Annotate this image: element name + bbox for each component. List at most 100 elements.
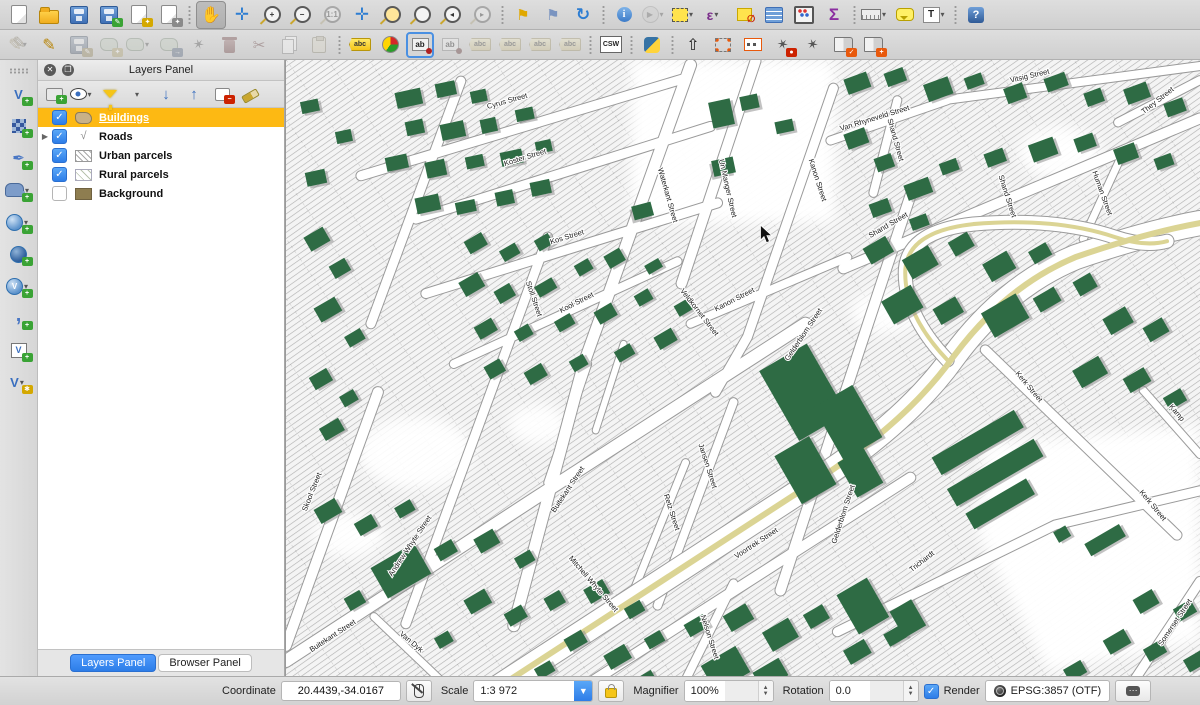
- north-arrow-button[interactable]: ⇧: [679, 32, 707, 58]
- add-wms-layer-button[interactable]: +▾: [5, 209, 33, 235]
- statistical-summary-button[interactable]: Σ: [820, 2, 848, 28]
- composer-manager-button[interactable]: ✦: [155, 2, 183, 28]
- chevron-down-icon[interactable]: ▾: [714, 10, 721, 19]
- add-feature-button[interactable]: ✦: [95, 32, 123, 58]
- add-delimited-text-layer-button[interactable]: ,+: [5, 305, 33, 331]
- rotation-spinbox[interactable]: 0.0 ▲▼: [829, 680, 919, 702]
- dock-tab-browser-panel[interactable]: Browser Panel: [158, 654, 252, 672]
- highlight-pinned-labels-button[interactable]: ab: [436, 32, 464, 58]
- select-features-button[interactable]: ▾: [670, 2, 698, 28]
- select-by-expression-button[interactable]: ε▾: [700, 2, 728, 28]
- collapse-all-button[interactable]: ↑: [181, 83, 207, 105]
- rotate-label-button[interactable]: abc: [526, 32, 554, 58]
- chevron-down-icon[interactable]: ▾: [88, 90, 95, 99]
- toggle-extents-mouse-button[interactable]: [406, 680, 432, 702]
- chevron-down-icon[interactable]: ▾: [689, 10, 696, 19]
- measure-button[interactable]: ▾: [861, 2, 889, 28]
- style-wand-button[interactable]: ✶: [799, 32, 827, 58]
- manage-layer-visibility-button[interactable]: ▾: [69, 83, 95, 105]
- crs-status-button[interactable]: EPSG:3857 (OTF): [985, 680, 1110, 702]
- zoom-to-selection-button[interactable]: [378, 2, 406, 28]
- metasearch-csw-button[interactable]: CSW: [597, 32, 625, 58]
- chevron-down-icon[interactable]: ▾: [882, 10, 889, 19]
- field-calculator-button[interactable]: [790, 2, 818, 28]
- help-button[interactable]: ?: [962, 2, 990, 28]
- layer-visibility-checkbox[interactable]: ✓: [52, 148, 67, 163]
- layer-visibility-checkbox[interactable]: ✓: [52, 110, 67, 125]
- paste-features-button[interactable]: [305, 32, 333, 58]
- add-postgis-layer-button[interactable]: +▾: [5, 177, 33, 203]
- move-label-button[interactable]: abc: [496, 32, 524, 58]
- stepper-icon[interactable]: ▲▼: [758, 681, 773, 701]
- identify-features-button[interactable]: i: [610, 2, 638, 28]
- coordinate-input[interactable]: 20.4439,-34.0167: [281, 681, 401, 701]
- render-checkbox[interactable]: ✓: [924, 684, 939, 699]
- style-wand-fill-button[interactable]: ✶●: [769, 32, 797, 58]
- refresh-map-button[interactable]: ↻: [569, 2, 597, 28]
- open-attribute-table-button[interactable]: [760, 2, 788, 28]
- new-shapefile-layer-button[interactable]: V+: [5, 337, 33, 363]
- zoom-in-button[interactable]: +: [258, 2, 286, 28]
- add-raster-layer-button[interactable]: +: [5, 113, 33, 139]
- style-manager-add-button[interactable]: +: [859, 32, 887, 58]
- remove-layer-button[interactable]: −: [209, 83, 235, 105]
- chevron-down-icon[interactable]: ▼: [574, 681, 592, 701]
- layer-row-background[interactable]: Background: [38, 184, 284, 203]
- clear-legend-button[interactable]: [237, 83, 263, 105]
- pan-to-selection-button[interactable]: ✛: [228, 2, 256, 28]
- change-label-button[interactable]: abc: [556, 32, 584, 58]
- save-project-button[interactable]: [65, 2, 93, 28]
- zoom-to-layer-button[interactable]: [408, 2, 436, 28]
- chevron-down-icon[interactable]: ▾: [660, 10, 667, 19]
- add-wcs-layer-button[interactable]: +: [5, 241, 33, 267]
- pin-unpin-labels-button[interactable]: ab: [406, 32, 434, 58]
- open-project-button[interactable]: [35, 2, 63, 28]
- new-bookmark-button[interactable]: ⚑: [509, 2, 537, 28]
- current-edits-button[interactable]: ✎▾: [5, 32, 33, 58]
- expand-triangle-icon[interactable]: ▶: [38, 132, 52, 141]
- chevron-down-icon[interactable]: ▾: [145, 40, 152, 49]
- messages-button[interactable]: [1115, 680, 1151, 702]
- layer-row-roads[interactable]: ▶✓√Roads: [38, 127, 284, 146]
- show-bookmarks-button[interactable]: ⚑: [539, 2, 567, 28]
- chevron-down-icon[interactable]: ▾: [135, 90, 142, 99]
- zoom-full-button[interactable]: ✛: [348, 2, 376, 28]
- deselect-features-button[interactable]: [730, 2, 758, 28]
- extent-rectangle-button[interactable]: [709, 32, 737, 58]
- save-project-as-button[interactable]: ✎: [95, 2, 123, 28]
- pan-map-button[interactable]: ✋: [196, 1, 226, 29]
- layer-labeling-options-button[interactable]: abc: [346, 32, 374, 58]
- delete-selected-button[interactable]: [215, 32, 243, 58]
- node-tool-button[interactable]: ✶: [185, 32, 213, 58]
- layer-row-urban-parcels[interactable]: ✓Urban parcels: [38, 146, 284, 165]
- zoom-out-button[interactable]: −: [288, 2, 316, 28]
- style-manager-check-button[interactable]: ✓: [829, 32, 857, 58]
- zoom-last-button[interactable]: ◂: [438, 2, 466, 28]
- magnifier-spinbox[interactable]: 100% ▲▼: [684, 680, 774, 702]
- filter-by-expression-button[interactable]: ▾: [125, 83, 151, 105]
- python-console-button[interactable]: [638, 32, 666, 58]
- text-annotation-button[interactable]: T▾: [921, 2, 949, 28]
- dock-tab-layers-panel[interactable]: Layers Panel: [70, 654, 156, 672]
- move-feature-button[interactable]: →: [155, 32, 183, 58]
- run-feature-action-button[interactable]: ▶▾: [640, 2, 668, 28]
- copy-features-button[interactable]: [275, 32, 303, 58]
- toolbar-grip[interactable]: [9, 68, 29, 74]
- scale-combo[interactable]: 1:3 972 ▼: [473, 680, 593, 702]
- zoom-next-button[interactable]: ▸: [468, 2, 496, 28]
- cut-features-button[interactable]: ✂: [245, 32, 273, 58]
- new-project-button[interactable]: [5, 2, 33, 28]
- add-wfs-layer-button[interactable]: V+▾: [5, 273, 33, 299]
- scale-bar-decoration-button[interactable]: [739, 32, 767, 58]
- add-spatialite-layer-button[interactable]: ✒+: [5, 145, 33, 171]
- stepper-icon[interactable]: ▲▼: [903, 681, 918, 701]
- new-print-composer-button[interactable]: ✦: [125, 2, 153, 28]
- filter-legend-button[interactable]: [97, 83, 123, 105]
- add-vector-layer-button[interactable]: V+: [5, 81, 33, 107]
- add-group-button[interactable]: +: [41, 83, 67, 105]
- layer-visibility-checkbox[interactable]: [52, 186, 67, 201]
- expand-all-button[interactable]: ↓: [153, 83, 179, 105]
- save-layer-edits-button[interactable]: ✎: [65, 32, 93, 58]
- toggle-editing-button[interactable]: ✎: [35, 32, 63, 58]
- layer-row-buildings[interactable]: ✓Buildings: [38, 108, 284, 127]
